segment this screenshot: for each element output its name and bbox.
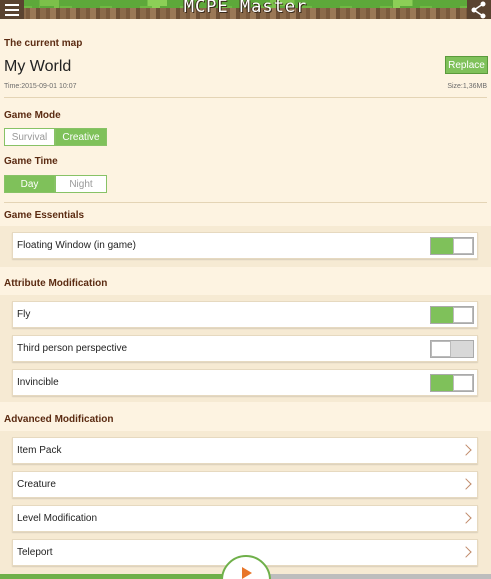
floating-window-toggle[interactable]: [430, 237, 474, 255]
share-icon[interactable]: [467, 0, 491, 19]
invincible-toggle[interactable]: [430, 374, 474, 392]
play-icon: [242, 567, 252, 579]
chevron-right-icon: [460, 444, 472, 456]
invincible-label: Invincible: [17, 377, 59, 388]
fly-toggle[interactable]: [430, 306, 474, 324]
game-mode-survival[interactable]: Survival: [4, 128, 55, 146]
list-item[interactable]: Invincible: [12, 369, 478, 396]
list-item[interactable]: Third person perspective: [12, 335, 478, 362]
teleport-label: Teleport: [17, 547, 53, 558]
advanced-modification-title: Advanced Modification: [4, 414, 114, 425]
replace-button[interactable]: Replace: [445, 56, 488, 74]
divider: [4, 97, 487, 98]
chevron-right-icon: [460, 478, 472, 490]
creature-label: Creature: [17, 479, 56, 490]
chevron-right-icon: [460, 512, 472, 524]
game-time-day[interactable]: Day: [4, 175, 55, 193]
fly-label: Fly: [17, 309, 31, 320]
third-person-toggle[interactable]: [430, 340, 474, 358]
map-time: Time:2015-09-01 10:07: [4, 83, 77, 90]
attribute-modification-title: Attribute Modification: [4, 278, 108, 289]
list-item[interactable]: Fly: [12, 301, 478, 328]
game-mode-creative[interactable]: Creative: [55, 128, 107, 146]
menu-icon[interactable]: [0, 0, 24, 19]
floating-window-label: Floating Window (in game): [17, 240, 136, 251]
game-time-title: Game Time: [4, 156, 58, 167]
map-size: Size:1,36MB: [447, 83, 487, 90]
third-person-label: Third person perspective: [17, 343, 128, 354]
list-item[interactable]: Floating Window (in game): [12, 232, 478, 259]
list-item-item-pack[interactable]: Item Pack: [12, 437, 478, 464]
game-mode-title: Game Mode: [4, 110, 61, 121]
list-item-level-modification[interactable]: Level Modification: [12, 505, 478, 532]
game-time-toggle: Day Night: [4, 175, 107, 193]
game-time-night[interactable]: Night: [55, 175, 107, 193]
chevron-right-icon: [460, 546, 472, 558]
divider: [4, 202, 487, 203]
item-pack-label: Item Pack: [17, 445, 62, 456]
top-bar: MCPE Master: [0, 0, 491, 19]
current-map-title: The current map: [4, 38, 83, 49]
game-mode-toggle: Survival Creative: [4, 128, 107, 146]
list-item-creature[interactable]: Creature: [12, 471, 478, 498]
game-essentials-title: Game Essentials: [4, 210, 85, 221]
level-modification-label: Level Modification: [17, 513, 98, 524]
app-title: MCPE Master: [183, 0, 308, 17]
map-name: My World: [4, 58, 72, 75]
